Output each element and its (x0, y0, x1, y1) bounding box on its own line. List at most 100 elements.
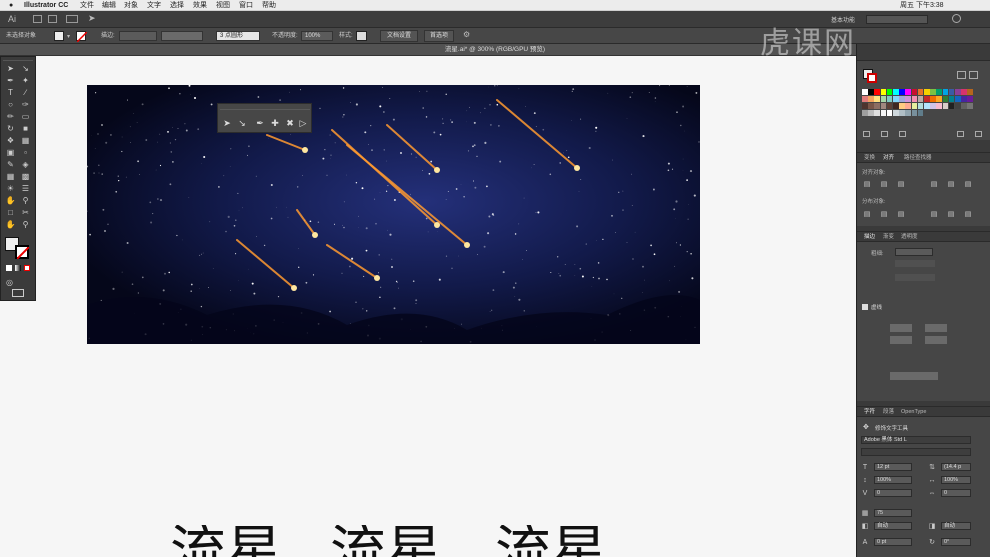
color-swatch[interactable] (961, 103, 967, 109)
thumbnail-view-icon[interactable] (969, 71, 978, 79)
swatch-options-icon[interactable] (899, 131, 906, 137)
zoom-tool-icon[interactable]: ⚲ (20, 220, 31, 230)
color-swatch[interactable] (917, 89, 924, 95)
menu-effect[interactable]: 效果 (193, 0, 207, 11)
menu-file[interactable]: 文件 (80, 0, 94, 11)
shaper-tool-icon[interactable]: ↻ (5, 124, 16, 134)
color-swatch[interactable] (955, 103, 961, 109)
screen-mode-icon[interactable] (12, 289, 24, 297)
tab-opentype[interactable]: OpenType (901, 407, 926, 417)
menu-window[interactable]: 窗口 (239, 0, 253, 11)
app-name-menu[interactable]: Illustrator CC (24, 0, 68, 11)
canvas-text-1[interactable]: 流星 (170, 525, 282, 557)
distribute-bottom-icon[interactable]: ▤ (896, 211, 906, 218)
vertical-scale-field[interactable]: 100% (874, 476, 912, 484)
gpu-performance-icon[interactable]: ➤ (88, 13, 96, 24)
color-mode-icon[interactable] (6, 265, 12, 271)
align-bottom-icon[interactable]: ▤ (963, 181, 973, 188)
color-swatch[interactable] (874, 89, 880, 95)
color-swatch[interactable] (930, 103, 936, 109)
color-swatch[interactable] (868, 89, 874, 95)
fill-swatch[interactable] (54, 31, 64, 41)
color-swatch[interactable] (942, 89, 949, 95)
align-left-icon[interactable]: ▤ (862, 181, 872, 188)
distribute-left-icon[interactable]: ▤ (929, 211, 939, 218)
eyedropper-tool-icon[interactable]: ☀ (5, 184, 16, 194)
search-icon[interactable] (952, 14, 961, 23)
tab-paragraph[interactable]: 段落 (883, 407, 894, 417)
document-setup-button[interactable]: 文档设置 (380, 30, 418, 42)
canvas-text-2[interactable]: 流星 (330, 525, 442, 557)
corner-options[interactable] (895, 274, 935, 281)
tab-character[interactable]: 字符 (864, 407, 875, 417)
color-swatch[interactable] (924, 103, 930, 109)
arrowhead-scale-field[interactable] (890, 372, 938, 380)
tab-transparency[interactable]: 透明度 (901, 232, 918, 242)
color-swatch[interactable] (917, 103, 924, 109)
color-swatch[interactable] (880, 103, 887, 109)
dash-gap-field[interactable] (890, 336, 912, 344)
distribute-right-icon[interactable]: ▤ (963, 211, 973, 218)
color-swatch[interactable] (955, 96, 961, 102)
graphic-style-swatch[interactable] (356, 31, 367, 41)
color-swatch[interactable] (862, 89, 868, 95)
hand-tool-icon[interactable]: ✋ (5, 220, 16, 230)
font-size-field[interactable]: 12 pt (874, 463, 912, 471)
stroke-swatch[interactable] (76, 31, 87, 42)
lasso-tool-icon[interactable]: ✦ (20, 76, 31, 86)
pencil-tool-icon[interactable]: ■ (20, 124, 31, 134)
color-swatch[interactable] (942, 96, 949, 102)
color-swatch[interactable] (905, 96, 911, 102)
pen-tool-icon[interactable]: T (5, 88, 16, 98)
direct-selection-tool-icon[interactable]: ↘ (20, 64, 31, 74)
kerning-field[interactable]: 0 (874, 489, 912, 497)
swatch-stroke-preview[interactable] (867, 73, 877, 83)
stroke-color-box[interactable] (15, 245, 29, 259)
add-anchor-icon[interactable]: ✚ (270, 118, 280, 129)
menu-view[interactable]: 视图 (216, 0, 230, 11)
color-swatch[interactable] (930, 96, 936, 102)
draw-mode-icon[interactable]: ◎ (6, 278, 13, 287)
menu-edit[interactable]: 编辑 (102, 0, 116, 11)
color-swatch[interactable] (880, 96, 887, 102)
align-vcenter-icon[interactable]: ▤ (946, 181, 956, 188)
color-swatch[interactable] (880, 110, 887, 116)
perspective-tool-icon[interactable]: ◈ (20, 160, 31, 170)
selection-arrow-icon[interactable]: ➤ (222, 118, 232, 129)
opacity-input[interactable]: 100% (301, 31, 333, 41)
pen-tool-icon[interactable]: ✒ (255, 118, 265, 129)
blend-tool-icon[interactable]: ☰ (20, 184, 31, 194)
color-swatch[interactable] (893, 89, 899, 95)
color-swatch[interactable] (886, 96, 893, 102)
align-hcenter-icon[interactable]: ▤ (879, 181, 889, 188)
search-stock-input[interactable] (866, 15, 928, 24)
mesh-tool-icon[interactable]: ▦ (5, 172, 16, 182)
toolbar-grip[interactable] (220, 106, 310, 110)
distribute-vcenter-icon[interactable]: ▤ (879, 211, 889, 218)
distribute-top-icon[interactable]: ▤ (862, 211, 872, 218)
slice-tool-icon[interactable]: ✂ (20, 208, 31, 218)
tab-pathfinder[interactable]: 路径查找器 (904, 153, 932, 163)
color-swatch[interactable] (868, 103, 874, 109)
curvature-tool-icon[interactable]: ∕ (20, 88, 31, 98)
shape-builder-tool-icon[interactable]: ✎ (5, 160, 16, 170)
list-view-icon[interactable] (957, 71, 966, 79)
color-swatch[interactable] (862, 110, 868, 116)
magic-wand-tool-icon[interactable]: ✒ (5, 76, 16, 86)
graph-tool-icon[interactable]: ⚲ (20, 196, 31, 206)
artboard-tool-icon[interactable]: □ (5, 208, 16, 218)
anchor-point-icon[interactable]: ▷ (298, 118, 308, 129)
menu-object[interactable]: 对象 (124, 0, 138, 11)
color-swatch[interactable] (886, 110, 893, 116)
color-swatch[interactable] (924, 89, 930, 95)
gradient-tool-icon[interactable]: ▩ (20, 172, 31, 182)
touch-type-tool[interactable]: 修饰文字工具 (875, 424, 908, 432)
color-swatch[interactable] (874, 103, 880, 109)
color-swatch[interactable] (911, 110, 918, 116)
color-swatch[interactable] (899, 110, 905, 116)
brush-definition-select[interactable]: 3 点圆形 (216, 31, 260, 41)
stroke-weight-input[interactable] (119, 31, 157, 41)
show-kinds-icon[interactable] (881, 131, 888, 137)
color-swatch[interactable] (874, 96, 880, 102)
aki-right-field[interactable]: 自动 (941, 522, 971, 530)
